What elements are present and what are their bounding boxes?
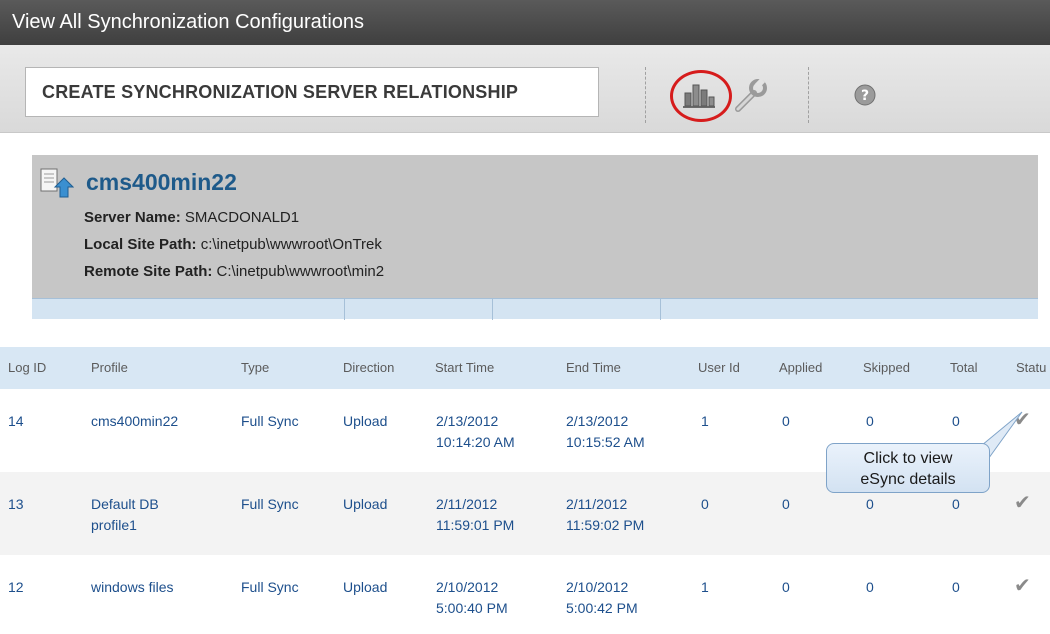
cell-start-time: 2/13/2012 10:14:20 AM xyxy=(436,411,515,453)
date-line: 2/10/2012 xyxy=(436,579,499,595)
strip-divider xyxy=(492,299,493,320)
checkmark-icon[interactable]: ✔ xyxy=(1014,490,1031,515)
highlight-circle xyxy=(670,70,732,122)
cell-total: 0 xyxy=(952,413,960,429)
help-icon[interactable]: ? xyxy=(853,83,877,107)
date-line: 2/13/2012 xyxy=(436,413,499,429)
cell-applied: 0 xyxy=(782,579,790,595)
cell-profile[interactable]: Default DB profile1 xyxy=(91,494,159,536)
cell-start-time: 2/11/2012 11:59:01 PM xyxy=(436,494,514,536)
callout-line: Click to view xyxy=(863,450,953,467)
cell-total: 0 xyxy=(952,496,960,512)
cell-type: Full Sync xyxy=(241,496,299,512)
cell-log-id: 13 xyxy=(8,496,24,512)
cell-log-id: 12 xyxy=(8,579,24,595)
table-row: 12 windows files Full Sync Upload 2/10/2… xyxy=(0,555,1050,634)
date-line: 2/13/2012 xyxy=(566,413,629,429)
cell-profile[interactable]: cms400min22 xyxy=(91,411,178,432)
cell-user-id: 1 xyxy=(701,579,709,595)
toolbar-divider xyxy=(808,67,809,123)
callout-line: eSync details xyxy=(860,471,956,488)
col-start-time[interactable]: Start Time xyxy=(435,347,494,389)
cell-profile[interactable]: windows files xyxy=(91,577,173,598)
col-log-id[interactable]: Log ID xyxy=(8,347,46,389)
col-user-id[interactable]: User Id xyxy=(698,347,740,389)
cell-skipped: 0 xyxy=(866,496,874,512)
cell-direction: Upload xyxy=(343,496,388,512)
time-line: 10:14:20 AM xyxy=(436,434,515,450)
server-upload-icon xyxy=(40,168,74,198)
server-name-label: Server Name: xyxy=(84,209,181,226)
cell-skipped: 0 xyxy=(866,413,874,429)
cell-direction: Upload xyxy=(343,413,388,429)
cell-log-id: 14 xyxy=(8,413,24,429)
time-line: 11:59:02 PM xyxy=(566,517,645,533)
create-relationship-button[interactable]: CREATE SYNCHRONIZATION SERVER RELATIONSH… xyxy=(25,67,599,117)
col-applied[interactable]: Applied xyxy=(779,347,822,389)
toolbar-divider xyxy=(645,67,646,123)
table-header: Log ID Profile Type Direction Start Time… xyxy=(0,347,1050,389)
cell-applied: 0 xyxy=(782,496,790,512)
server-panel-strip xyxy=(32,298,1038,320)
time-line: 5:00:40 PM xyxy=(436,600,508,616)
cell-end-time: 2/10/2012 5:00:42 PM xyxy=(566,577,638,619)
svg-text:?: ? xyxy=(861,88,869,104)
date-line: 2/11/2012 xyxy=(436,496,498,512)
cell-start-time: 2/10/2012 5:00:40 PM xyxy=(436,577,508,619)
server-name-line: Server Name: SMACDONALD1 xyxy=(84,209,299,226)
local-site-path-label: Local Site Path: xyxy=(84,236,197,253)
cell-type: Full Sync xyxy=(241,579,299,595)
remote-site-path-label: Remote Site Path: xyxy=(84,263,213,280)
server-panel: cms400min22 Server Name: SMACDONALD1 Loc… xyxy=(32,155,1038,320)
time-line: 10:15:52 AM xyxy=(566,434,645,450)
cell-type: Full Sync xyxy=(241,413,299,429)
time-line: 5:00:42 PM xyxy=(566,600,638,616)
col-skipped[interactable]: Skipped xyxy=(863,347,910,389)
cell-direction: Upload xyxy=(343,579,388,595)
cell-end-time: 2/13/2012 10:15:52 AM xyxy=(566,411,645,453)
profile-line: cms400min22 xyxy=(91,413,179,429)
esync-details-callout: Click to view eSync details xyxy=(826,443,990,493)
profile-line: Default DB xyxy=(91,496,159,512)
remote-site-path-value: C:\inetpub\wwwroot\min2 xyxy=(216,263,385,280)
window-title: View All Synchronization Configurations xyxy=(0,0,1050,45)
col-end-time[interactable]: End Time xyxy=(566,347,621,389)
col-direction[interactable]: Direction xyxy=(343,347,394,389)
cell-total: 0 xyxy=(952,579,960,595)
checkmark-icon[interactable]: ✔ xyxy=(1014,573,1031,598)
local-site-path-value: c:\inetpub\wwwroot\OnTrek xyxy=(200,236,382,253)
cell-user-id: 1 xyxy=(701,413,709,429)
profile-line: profile1 xyxy=(91,517,137,533)
cell-user-id: 0 xyxy=(701,496,709,512)
time-line: 11:59:01 PM xyxy=(436,517,515,533)
cell-applied: 0 xyxy=(782,413,790,429)
toolbar: CREATE SYNCHRONIZATION SERVER RELATIONSH… xyxy=(0,45,1050,133)
cell-end-time: 2/11/2012 11:59:02 PM xyxy=(566,494,644,536)
server-name-value: SMACDONALD1 xyxy=(184,209,300,226)
date-line: 2/11/2012 xyxy=(566,496,628,512)
col-total[interactable]: Total xyxy=(950,347,977,389)
remote-site-path-line: Remote Site Path: C:\inetpub\wwwroot\min… xyxy=(84,263,384,280)
server-name-title: cms400min22 xyxy=(86,169,237,195)
cell-skipped: 0 xyxy=(866,579,874,595)
wrench-icon[interactable] xyxy=(732,77,768,113)
profile-line: windows files xyxy=(91,579,174,595)
col-status[interactable]: Statu xyxy=(1016,347,1046,389)
col-profile[interactable]: Profile xyxy=(91,347,128,389)
date-line: 2/10/2012 xyxy=(566,579,629,595)
strip-divider xyxy=(344,299,345,320)
strip-divider xyxy=(660,299,661,320)
local-site-path-line: Local Site Path: c:\inetpub\wwwroot\OnTr… xyxy=(84,236,382,253)
col-type[interactable]: Type xyxy=(241,347,269,389)
